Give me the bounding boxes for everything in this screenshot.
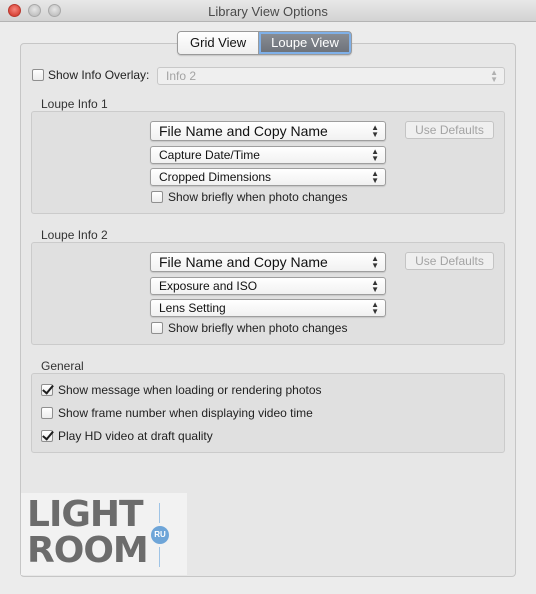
show-info-overlay-label: Show Info Overlay:: [48, 68, 150, 82]
show-loading-message-label: Show message when loading or rendering p…: [58, 383, 322, 397]
updown-arrows-icon: ▲ ▼: [371, 169, 379, 185]
loupe-info-2-use-defaults-button[interactable]: Use Defaults: [405, 252, 494, 270]
loupe-info-2-title: Loupe Info 2: [41, 228, 108, 242]
loupe-info-2-field-2-select[interactable]: Exposure and ISO ▲ ▼: [150, 277, 386, 295]
play-hd-draft-label: Play HD video at draft quality: [58, 429, 213, 443]
general-title: General: [41, 359, 84, 373]
updown-arrows-icon: ▲ ▼: [371, 300, 379, 316]
updown-arrows-icon: ▲ ▼: [490, 68, 498, 84]
loupe-info-2-show-briefly-checkbox[interactable]: [151, 322, 163, 334]
loupe-info-2-show-briefly-label: Show briefly when photo changes: [168, 321, 348, 335]
loupe-info-1-field-1-value: File Name and Copy Name: [159, 123, 328, 139]
loupe-info-1-field-3-value: Cropped Dimensions: [159, 170, 272, 184]
loupe-info-2-field-3-value: Lens Setting: [159, 301, 226, 315]
lightroom-ru-watermark: LIGHT ROOM RU: [21, 493, 187, 575]
watermark-divider-top: [159, 503, 160, 523]
loupe-info-1-field-1-select[interactable]: File Name and Copy Name ▲ ▼: [150, 121, 386, 141]
show-frame-number-checkbox[interactable]: [41, 407, 53, 419]
info-overlay-select-value: Info 2: [166, 69, 197, 83]
loupe-info-1-title: Loupe Info 1: [41, 97, 108, 111]
watermark-line-1: LIGHT: [27, 494, 144, 535]
info-overlay-select[interactable]: Info 2 ▲ ▼: [157, 67, 505, 85]
loupe-info-2-field-2-value: Exposure and ISO: [159, 279, 258, 293]
window-title: Library View Options: [208, 4, 328, 19]
tab-grid-view[interactable]: Grid View: [178, 32, 259, 54]
loupe-info-1-show-briefly-checkbox[interactable]: [151, 191, 163, 203]
loupe-info-1-use-defaults-button[interactable]: Use Defaults: [405, 121, 494, 139]
watermark-divider-bottom: [159, 547, 160, 567]
loupe-info-2-field-1-value: File Name and Copy Name: [159, 254, 328, 270]
tab-loupe-view[interactable]: Loupe View: [258, 32, 351, 54]
show-loading-message-checkbox[interactable]: [41, 384, 53, 396]
updown-arrows-icon: ▲ ▼: [371, 254, 379, 270]
updown-arrows-icon: ▲ ▼: [371, 278, 379, 294]
loupe-info-1-field-3-select[interactable]: Cropped Dimensions ▲ ▼: [150, 168, 386, 186]
updown-arrows-icon: ▲ ▼: [371, 147, 379, 163]
show-info-overlay-checkbox[interactable]: [32, 69, 44, 81]
watermark-badge: RU: [151, 526, 169, 544]
play-hd-draft-checkbox[interactable]: [41, 430, 53, 442]
title-bar: Library View Options: [0, 0, 536, 22]
updown-arrows-icon: ▲ ▼: [371, 123, 379, 139]
loupe-info-1-field-2-value: Capture Date/Time: [159, 148, 260, 162]
loupe-info-1-show-briefly-label: Show briefly when photo changes: [168, 190, 348, 204]
watermark-line-2: ROOM: [27, 530, 149, 571]
loupe-info-1-field-2-select[interactable]: Capture Date/Time ▲ ▼: [150, 146, 386, 164]
loupe-info-2-field-1-select[interactable]: File Name and Copy Name ▲ ▼: [150, 252, 386, 272]
view-tabs: Grid View Loupe View: [177, 31, 352, 55]
loupe-info-2-field-3-select[interactable]: Lens Setting ▲ ▼: [150, 299, 386, 317]
show-frame-number-label: Show frame number when displaying video …: [58, 406, 313, 420]
